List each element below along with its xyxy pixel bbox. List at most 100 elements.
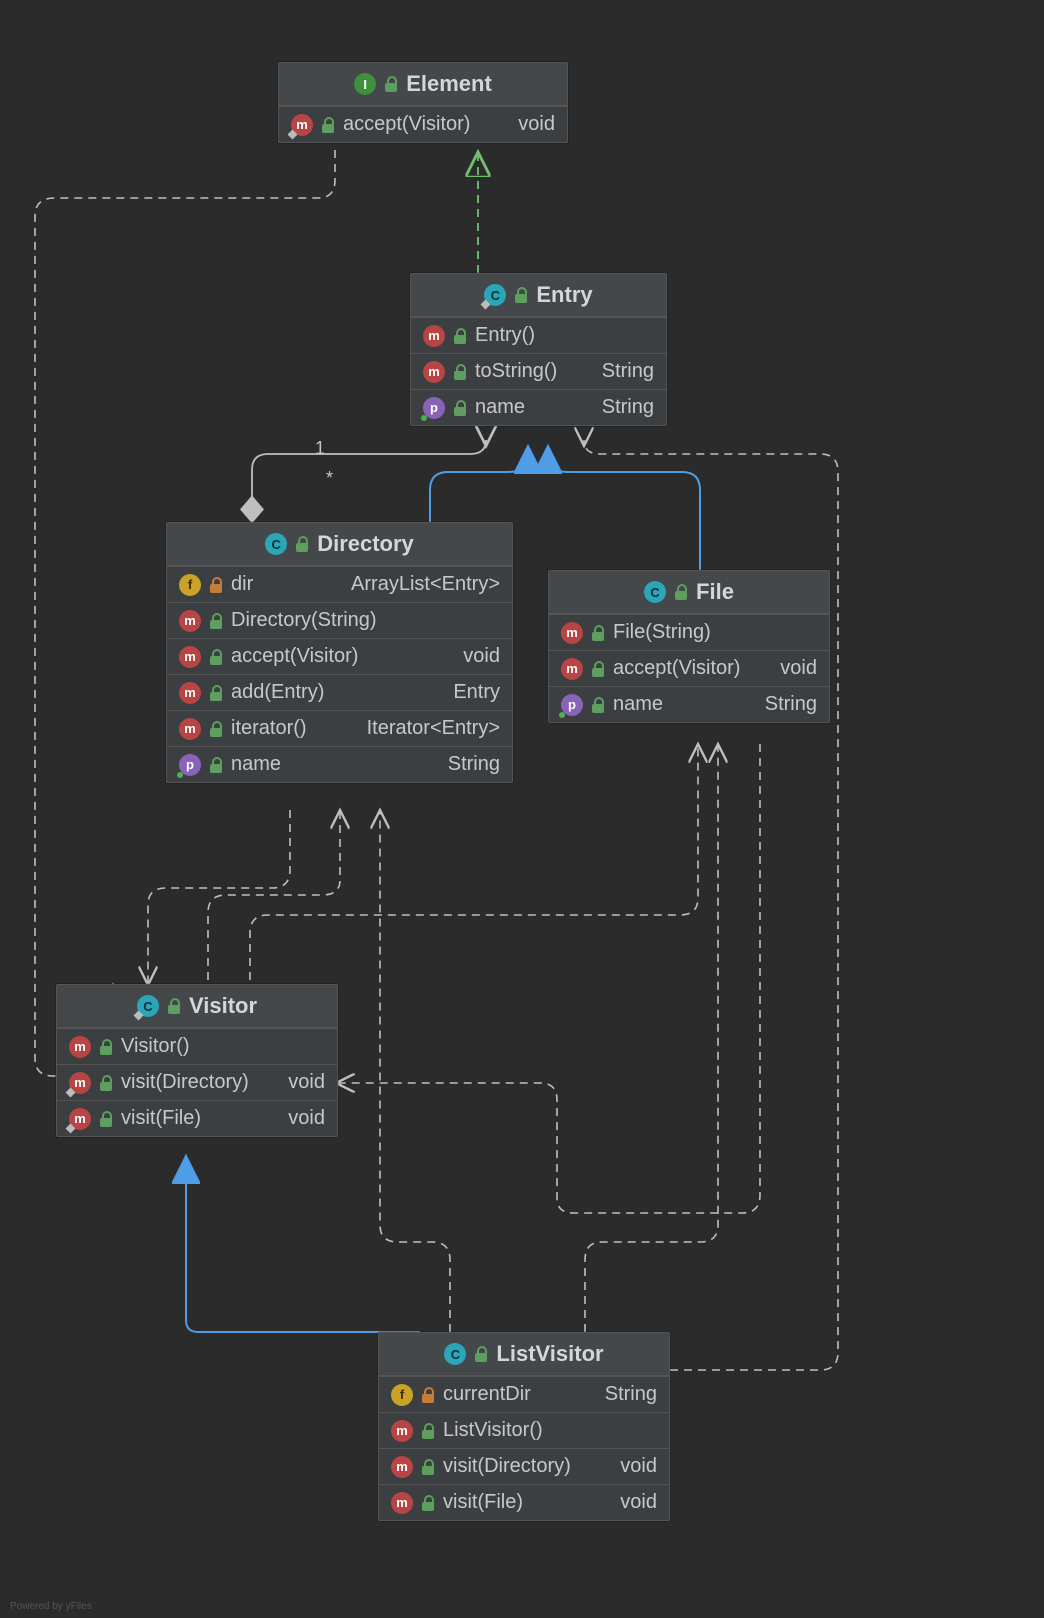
member-type: void — [780, 657, 817, 680]
lock-icon — [421, 1423, 435, 1439]
lock-icon — [99, 1039, 113, 1055]
lock-icon — [421, 1459, 435, 1475]
member-row: p name String — [549, 686, 829, 722]
member-type: ArrayList<Entry> — [351, 573, 500, 596]
member-name: accept(Visitor) — [613, 657, 740, 680]
class-icon: C — [644, 581, 666, 603]
class-listvisitor[interactable]: C ListVisitor f currentDir String m List… — [378, 1332, 670, 1521]
footer-credit: Powered by yFiles — [10, 1601, 92, 1612]
lock-icon — [209, 721, 223, 737]
property-icon: p — [561, 694, 583, 716]
method-icon: m — [69, 1108, 91, 1130]
member-name: name — [613, 693, 663, 716]
lock-icon — [167, 998, 181, 1014]
member-type: String — [602, 360, 654, 383]
class-directory[interactable]: C Directory f dir ArrayList<Entry> m Dir… — [166, 522, 513, 783]
member-type: void — [620, 1491, 657, 1514]
class-visitor[interactable]: C Visitor m Visitor() m visit(Directory)… — [56, 984, 338, 1137]
class-name: Element — [406, 71, 492, 97]
member-row: m add(Entry) Entry — [167, 674, 512, 710]
method-icon: m — [391, 1420, 413, 1442]
field-icon: f — [391, 1384, 413, 1406]
member-name: visit(Directory) — [443, 1455, 571, 1478]
member-row: m visit(Directory) void — [379, 1448, 669, 1484]
member-type: String — [765, 693, 817, 716]
method-icon: m — [561, 658, 583, 680]
member-row: m Directory(String) — [167, 602, 512, 638]
method-icon: m — [179, 646, 201, 668]
member-name: Visitor() — [121, 1035, 190, 1058]
member-name: Entry() — [475, 324, 535, 347]
lock-icon — [591, 625, 605, 641]
member-row: m File(String) — [549, 614, 829, 650]
class-name: File — [696, 579, 734, 605]
class-icon: C — [265, 533, 287, 555]
member-name: ListVisitor() — [443, 1419, 543, 1442]
member-type: Entry — [453, 681, 500, 704]
method-icon: m — [179, 682, 201, 704]
lock-icon — [453, 400, 467, 416]
member-type: String — [605, 1383, 657, 1406]
member-row: m ListVisitor() — [379, 1412, 669, 1448]
class-icon: C — [137, 995, 159, 1017]
member-name: currentDir — [443, 1383, 531, 1406]
member-name: add(Entry) — [231, 681, 324, 704]
member-row: m Visitor() — [57, 1028, 337, 1064]
property-icon: p — [423, 397, 445, 419]
multiplicity-many: * — [326, 468, 333, 489]
multiplicity-one: 1 — [315, 438, 325, 459]
method-icon: m — [423, 325, 445, 347]
lock-icon — [209, 577, 223, 593]
class-header: C Directory — [167, 523, 512, 566]
property-icon: p — [179, 754, 201, 776]
lock-icon — [453, 328, 467, 344]
class-header: C Entry — [411, 274, 666, 317]
member-row: f dir ArrayList<Entry> — [167, 566, 512, 602]
member-name: name — [475, 396, 525, 419]
lock-icon — [209, 649, 223, 665]
member-row: p name String — [167, 746, 512, 782]
member-name: File(String) — [613, 621, 711, 644]
method-icon: m — [391, 1492, 413, 1514]
class-icon: C — [484, 284, 506, 306]
member-name: dir — [231, 573, 253, 596]
member-name: name — [231, 753, 281, 776]
member-type: String — [448, 753, 500, 776]
lock-icon — [209, 685, 223, 701]
member-row: f currentDir String — [379, 1376, 669, 1412]
class-element[interactable]: I Element m accept(Visitor) void — [278, 62, 568, 143]
member-type: String — [602, 396, 654, 419]
member-row: m accept(Visitor) void — [167, 638, 512, 674]
interface-icon: I — [354, 73, 376, 95]
member-row: m Entry() — [411, 317, 666, 353]
class-file[interactable]: C File m File(String) m accept(Visitor) … — [548, 570, 830, 723]
uml-canvas: 1 * I Element m accept(Visitor) void C E… — [0, 0, 1044, 1618]
class-name: Entry — [536, 282, 592, 308]
member-name: toString() — [475, 360, 557, 383]
class-entry[interactable]: C Entry m Entry() m toString() String p … — [410, 273, 667, 426]
field-icon: f — [179, 574, 201, 596]
member-name: visit(File) — [443, 1491, 523, 1514]
lock-icon — [384, 76, 398, 92]
member-row: m accept(Visitor) void — [279, 106, 567, 142]
class-name: Visitor — [189, 993, 257, 1019]
member-row: m toString() String — [411, 353, 666, 389]
member-type: void — [288, 1071, 325, 1094]
method-icon: m — [69, 1036, 91, 1058]
lock-icon — [99, 1075, 113, 1091]
class-header: C Visitor — [57, 985, 337, 1028]
class-icon: C — [444, 1343, 466, 1365]
member-row: m visit(Directory) void — [57, 1064, 337, 1100]
member-row: m visit(File) void — [379, 1484, 669, 1520]
method-icon: m — [391, 1456, 413, 1478]
lock-icon — [209, 757, 223, 773]
member-type: void — [463, 645, 500, 668]
lock-icon — [209, 613, 223, 629]
method-icon: m — [69, 1072, 91, 1094]
member-row: m visit(File) void — [57, 1100, 337, 1136]
member-type: Iterator<Entry> — [367, 717, 500, 740]
lock-icon — [99, 1111, 113, 1127]
lock-icon — [591, 661, 605, 677]
lock-icon — [321, 117, 335, 133]
class-header: C File — [549, 571, 829, 614]
